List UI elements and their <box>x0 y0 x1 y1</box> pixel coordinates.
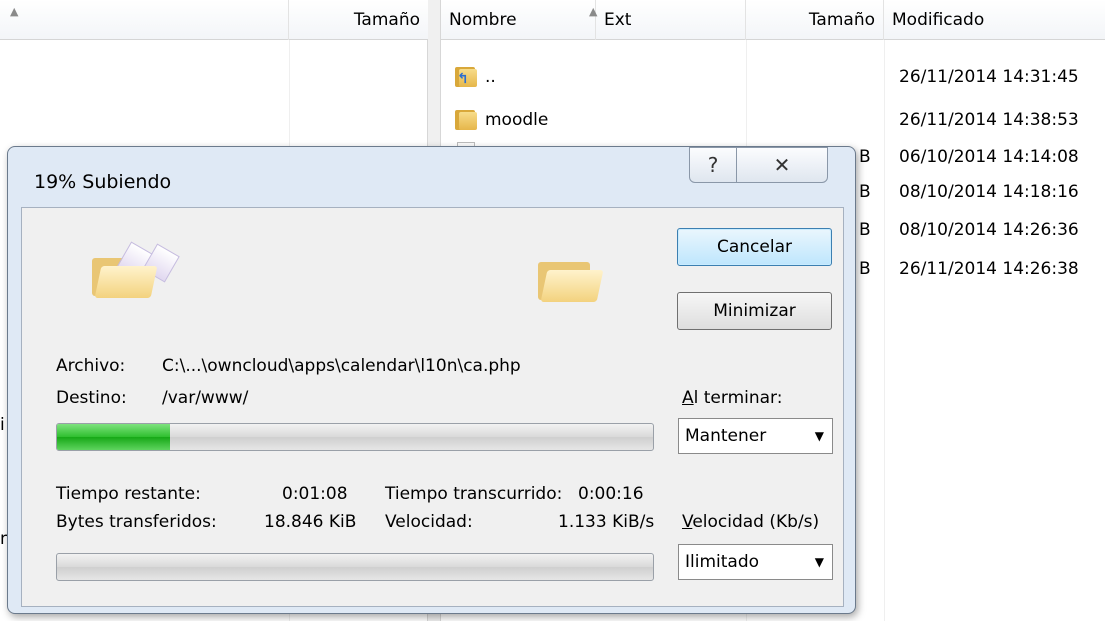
bytes-transferred-label: Bytes transferidos: <box>56 512 217 532</box>
chevron-down-icon: ▼ <box>814 429 824 443</box>
local-col-name[interactable] <box>0 0 289 40</box>
on-finish-value: Mantener <box>685 426 767 446</box>
file-progress-fill <box>57 424 171 450</box>
remote-col-name[interactable]: Nombre <box>441 0 596 40</box>
folder-up-icon: ↰ <box>455 65 479 87</box>
help-button[interactable]: ? <box>689 147 737 183</box>
upload-progress-dialog: 19% Subiendo ? ✕ Cancelar Minimizar Arch… <box>7 146 856 614</box>
speed-limit-label: Velocidad (Kb/s) <box>682 512 820 532</box>
local-header: ▲ Tamaño <box>0 0 428 40</box>
dialog-client-area: Cancelar Minimizar Archivo: C:\...\owncl… <box>21 207 844 607</box>
speed-value: 1.133 KiB/s <box>558 512 655 532</box>
destination-path: /var/www/ <box>162 388 249 408</box>
row-modified: 08/10/2014 14:26:36 <box>899 220 1079 240</box>
time-remaining-value: 0:01:08 <box>282 484 348 504</box>
folder-icon <box>455 108 479 130</box>
row-size: B <box>859 220 871 240</box>
speed-label: Velocidad: <box>385 512 473 532</box>
close-button[interactable]: ✕ <box>736 147 828 183</box>
time-elapsed-value: 0:00:16 <box>578 484 644 504</box>
row-name: .. <box>485 67 496 87</box>
bytes-transferred-value: 18.846 KiB <box>264 512 357 532</box>
row-modified: 06/10/2014 14:14:08 <box>899 147 1079 167</box>
row-modified: 26/11/2014 14:38:53 <box>899 110 1079 130</box>
remote-header: Nombre ▲ Ext Tamaño Modificado <box>441 0 1105 40</box>
remote-col-size[interactable]: Tamaño <box>746 0 884 40</box>
dialog-title: 19% Subiendo <box>34 171 172 193</box>
on-finish-select[interactable]: Mantener ▼ <box>678 418 833 454</box>
remote-col-ext[interactable]: Ext <box>596 0 746 40</box>
time-elapsed-label: Tiempo transcurrido: <box>385 484 563 504</box>
destination-label: Destino: <box>56 388 127 408</box>
row-size: B <box>859 259 871 279</box>
local-col-size[interactable]: Tamaño <box>289 0 428 40</box>
row-modified: 08/10/2014 14:18:16 <box>899 182 1079 202</box>
row-modified: 26/11/2014 14:31:45 <box>899 67 1079 87</box>
chevron-down-icon: ▼ <box>814 555 824 569</box>
source-folder-icon <box>92 241 192 310</box>
total-progress-bar <box>56 553 654 581</box>
time-remaining-label: Tiempo restante: <box>56 484 201 504</box>
remote-col-modified[interactable]: Modificado <box>884 0 1105 40</box>
close-icon: ✕ <box>773 153 791 177</box>
destination-folder-icon <box>538 254 608 310</box>
help-icon: ? <box>707 153 719 177</box>
file-label: Archivo: <box>56 356 126 376</box>
file-path: C:\...\owncloud\apps\calendar\l10n\ca.ph… <box>162 356 521 376</box>
on-finish-label: Al terminar: <box>682 388 783 408</box>
cancel-button[interactable]: Cancelar <box>677 228 832 266</box>
minimize-button[interactable]: Minimizar <box>677 292 832 330</box>
speed-limit-select[interactable]: Ilimitado ▼ <box>678 544 833 580</box>
row-modified: 26/11/2014 14:26:38 <box>899 259 1079 279</box>
file-progress-bar <box>56 423 654 451</box>
col-name-label: Nombre <box>449 10 517 30</box>
row-name: moodle <box>485 110 549 130</box>
column-divider <box>884 40 885 621</box>
row-size: B <box>859 182 871 202</box>
row-size: B <box>859 147 871 167</box>
speed-limit-value: Ilimitado <box>685 552 760 572</box>
